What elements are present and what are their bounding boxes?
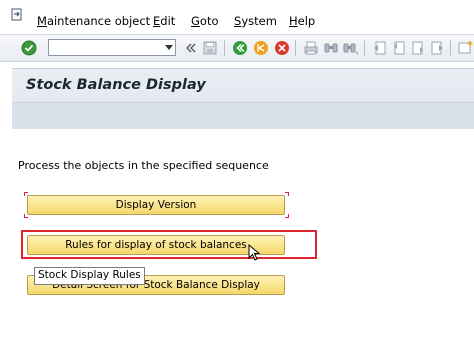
toolbar-separator [295, 40, 296, 56]
previous-page-icon[interactable] [390, 39, 408, 57]
enter-icon[interactable] [20, 39, 38, 57]
last-page-icon[interactable] [428, 39, 446, 57]
focus-corner [285, 214, 289, 218]
mouse-cursor-icon [248, 244, 261, 261]
system-menu-icon[interactable] [11, 8, 23, 21]
menu-accel: G [191, 14, 200, 28]
menu-goto[interactable]: Goto [191, 14, 219, 28]
tooltip: Stock Display Rules [34, 267, 145, 285]
menu-edit[interactable]: Edit [153, 14, 175, 28]
standard-toolbar [0, 34, 474, 62]
collapse-icon[interactable] [182, 39, 200, 57]
focus-corner [24, 192, 28, 196]
command-input[interactable] [51, 41, 165, 57]
menu-maintenance-object[interactable]: Maintenance object [37, 14, 150, 28]
toolbar-separator [450, 40, 451, 56]
first-page-icon[interactable] [371, 39, 389, 57]
find-next-icon[interactable] [342, 39, 360, 57]
next-page-icon[interactable] [409, 39, 427, 57]
application-toolbar [12, 102, 474, 130]
save-icon[interactable] [201, 39, 219, 57]
exit-icon[interactable] [252, 39, 270, 57]
display-version-button[interactable]: Display Version [27, 195, 285, 215]
menu-help[interactable]: Help [289, 14, 315, 28]
find-icon[interactable] [322, 39, 340, 57]
menu-label: ystem [241, 14, 277, 28]
toolbar-separator [224, 40, 225, 56]
title-bar: Stock Balance Display [12, 69, 474, 102]
chevron-down-icon[interactable] [165, 45, 173, 50]
command-field[interactable] [48, 39, 176, 57]
menu-label: dit [160, 14, 176, 28]
menu-system[interactable]: System [234, 14, 277, 28]
create-session-icon[interactable] [456, 39, 474, 57]
focus-corner [24, 214, 28, 218]
instruction-text: Process the objects in the specified seq… [18, 159, 269, 172]
title-area: Stock Balance Display [12, 68, 474, 130]
menu-bar: Maintenance object Edit Goto System Help [0, 0, 474, 34]
menu-label: oto [199, 14, 219, 28]
menu-label: elp [297, 14, 316, 28]
focus-corner [285, 192, 289, 196]
print-icon[interactable] [302, 39, 320, 57]
menu-label: aintenance object [46, 14, 151, 28]
menu-accel: M [37, 14, 47, 28]
back-icon[interactable] [231, 39, 249, 57]
highlight-box [21, 230, 317, 259]
page-title: Stock Balance Display [26, 77, 206, 93]
toolbar-separator [364, 40, 365, 56]
menu-accel: H [289, 14, 298, 28]
cancel-icon[interactable] [273, 39, 291, 57]
